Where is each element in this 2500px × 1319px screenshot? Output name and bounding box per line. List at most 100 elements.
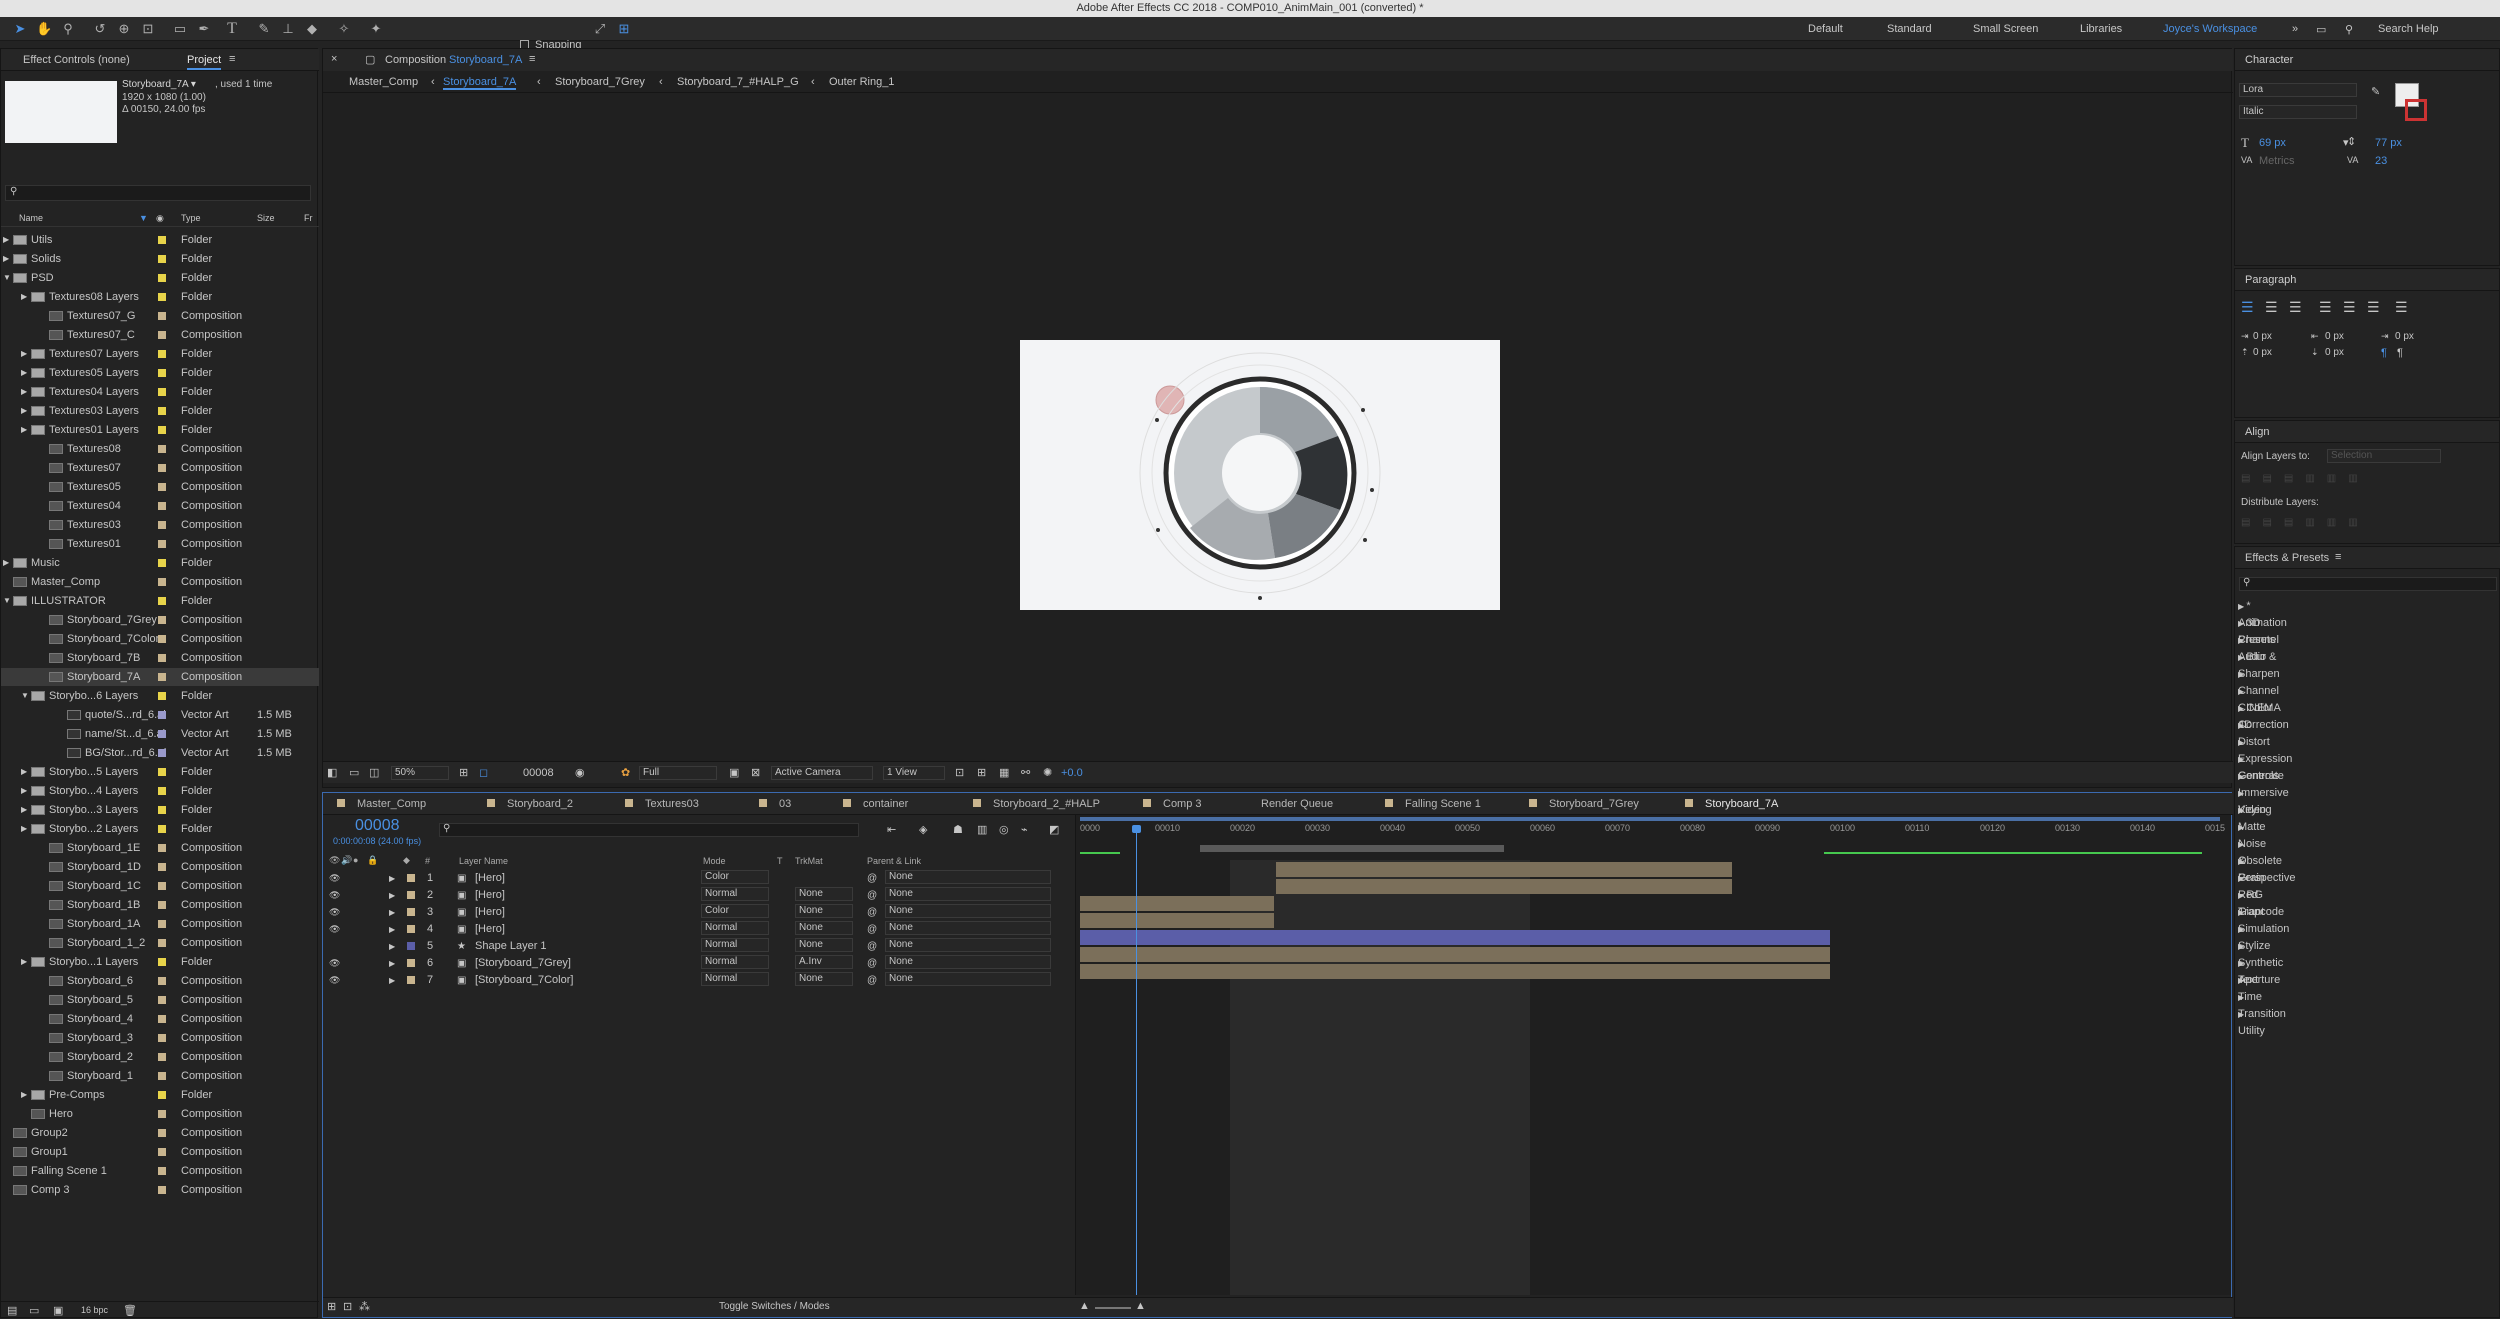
audio-switch-icon[interactable]: 🔊: [341, 855, 352, 866]
timeline-tab[interactable]: Storyboard_7Grey: [1529, 793, 1639, 815]
label-swatch[interactable]: [158, 616, 166, 624]
mode-dropdown[interactable]: Normal: [701, 887, 769, 901]
leading-value[interactable]: 77 px: [2375, 137, 2402, 149]
layer-row[interactable]: 👁 ▶ 3 ▣ [Hero] Color None @ None: [323, 904, 1083, 921]
layer-name[interactable]: [Hero]: [475, 887, 505, 904]
label-swatch[interactable]: [158, 882, 166, 890]
label-swatch[interactable]: [158, 825, 166, 833]
project-item[interactable]: ▶ Solids Folder: [1, 250, 319, 268]
project-item[interactable]: Storyboard_1E Composition: [1, 839, 319, 857]
align-center-icon[interactable]: ☰: [2265, 299, 2278, 316]
label-swatch[interactable]: [158, 806, 166, 814]
label-swatch[interactable]: [158, 749, 166, 757]
disclosure-arrow-icon[interactable]: ▶: [21, 383, 27, 401]
panel-menu-icon[interactable]: ≡: [229, 53, 235, 65]
parent-dropdown[interactable]: None: [885, 904, 1051, 918]
label-swatch[interactable]: [158, 350, 166, 358]
label-swatch[interactable]: [158, 654, 166, 662]
align-right-icon[interactable]: ☰: [2289, 299, 2302, 316]
selected-item-name[interactable]: Storyboard_7A ▾: [122, 79, 196, 90]
project-item[interactable]: ▶ Storybo...4 Layers Folder: [1, 782, 319, 800]
project-item[interactable]: Textures01 Composition: [1, 535, 319, 553]
disclosure-arrow-icon[interactable]: ▼: [3, 592, 11, 610]
effect-category[interactable]: ▶ Matte: [2238, 802, 2266, 833]
disclosure-arrow-icon[interactable]: ▶: [2238, 721, 2244, 730]
timeline-tab[interactable]: Comp 3: [1143, 793, 1202, 815]
rotate-tool-icon[interactable]: ↺: [92, 21, 108, 37]
project-item[interactable]: ▶ Textures04 Layers Folder: [1, 383, 319, 401]
breadcrumb-storyboard-7grey[interactable]: Storyboard_7Grey: [555, 76, 645, 88]
mask-icon[interactable]: ▭: [349, 766, 359, 779]
more-workspaces-icon[interactable]: »: [2292, 23, 2298, 35]
project-item[interactable]: ▶ Textures01 Layers Folder: [1, 421, 319, 439]
disclosure-arrow-icon[interactable]: ▶: [2238, 772, 2244, 781]
type-tool-icon[interactable]: T: [224, 21, 240, 37]
brush-tool-icon[interactable]: ✎: [256, 21, 272, 37]
label-swatch[interactable]: [158, 1148, 166, 1156]
expand-arrow-icon[interactable]: ▶: [389, 938, 395, 955]
playhead-handle[interactable]: [1132, 825, 1141, 833]
label-swatch[interactable]: [158, 312, 166, 320]
timeline-tab[interactable]: container: [843, 793, 908, 815]
label-swatch[interactable]: [158, 996, 166, 1004]
trkmat-dropdown[interactable]: None: [795, 904, 853, 918]
close-tab-icon[interactable]: ×: [331, 53, 337, 65]
disclosure-arrow-icon[interactable]: ▶: [2238, 908, 2244, 917]
label-swatch[interactable]: [158, 293, 166, 301]
motion-blur-icon[interactable]: ◎: [999, 823, 1009, 836]
search-help-icon[interactable]: ⚲: [2345, 23, 2353, 36]
workspace-standard[interactable]: Standard: [1887, 23, 1932, 35]
space-after-value[interactable]: 0 px: [2325, 347, 2344, 358]
project-item[interactable]: Storyboard_5 Composition: [1, 991, 319, 1009]
solo-switch-icon[interactable]: ●: [353, 855, 358, 865]
col-size[interactable]: Size: [257, 213, 275, 223]
layer-bar-6[interactable]: [1080, 947, 1830, 962]
project-item[interactable]: ▶ Textures03 Layers Folder: [1, 402, 319, 420]
project-item[interactable]: Storyboard_7B Composition: [1, 649, 319, 667]
effect-category[interactable]: ▶ Color Correction: [2238, 700, 2289, 731]
transfer-controls-icon[interactable]: ⊡: [343, 1300, 352, 1313]
effect-category[interactable]: ▶ Utility: [2238, 1006, 2265, 1037]
project-item[interactable]: ▶ Storybo...3 Layers Folder: [1, 801, 319, 819]
project-item[interactable]: Group2 Composition: [1, 1124, 319, 1142]
transparency-grid-icon[interactable]: ⊠: [751, 766, 760, 779]
tab-project[interactable]: Project: [187, 54, 222, 70]
disclosure-arrow-icon[interactable]: ▶: [21, 782, 27, 800]
disclosure-arrow-icon[interactable]: ▶: [2238, 806, 2244, 815]
disclosure-arrow-icon[interactable]: ▶: [2238, 976, 2244, 985]
graph-editor-icon[interactable]: ⌁: [1021, 823, 1028, 836]
effect-category[interactable]: ▶ Generate: [2238, 751, 2284, 782]
disclosure-arrow-icon[interactable]: ▶: [3, 250, 9, 268]
timeline-tab[interactable]: Storyboard_2_#HALP: [973, 793, 1100, 815]
snapshot-icon[interactable]: ◉: [575, 766, 585, 779]
label-swatch[interactable]: [158, 901, 166, 909]
puppet-tool-icon[interactable]: ✦: [368, 21, 384, 37]
layer-row[interactable]: ▶ 5 ★ Shape Layer 1 Normal None @ None: [323, 938, 1083, 955]
label-swatch[interactable]: [158, 407, 166, 415]
layer-name[interactable]: [Hero]: [475, 921, 505, 938]
project-item[interactable]: ▶ Pre-Comps Folder: [1, 1086, 319, 1104]
mode-dropdown[interactable]: Normal: [701, 955, 769, 969]
font-size-value[interactable]: 69 px: [2259, 137, 2286, 149]
label-swatch[interactable]: [158, 730, 166, 738]
playhead[interactable]: [1136, 825, 1137, 1295]
label-swatch[interactable]: [158, 388, 166, 396]
effects-search-input[interactable]: ⚲: [2239, 577, 2497, 591]
project-item[interactable]: Storyboard_3 Composition: [1, 1029, 319, 1047]
mask-visibility-icon[interactable]: ◻: [479, 766, 488, 779]
label-swatch[interactable]: [158, 540, 166, 548]
project-item[interactable]: Storyboard_1_2 Composition: [1, 934, 319, 952]
project-item[interactable]: Group1 Composition: [1, 1143, 319, 1161]
label-swatch[interactable]: [158, 1129, 166, 1137]
project-item[interactable]: Textures04 Composition: [1, 497, 319, 515]
new-comp-icon[interactable]: ▣: [53, 1304, 63, 1317]
tracking-value[interactable]: 23: [2375, 155, 2387, 167]
trkmat-dropdown[interactable]: None: [795, 887, 853, 901]
font-style-dropdown[interactable]: Italic: [2239, 105, 2357, 119]
layer-row[interactable]: 👁 ▶ 6 ▣ [Storyboard_7Grey] Normal A.Inv @ None: [323, 955, 1083, 972]
col-layer-name[interactable]: Layer Name: [459, 856, 508, 866]
pick-whip-icon[interactable]: @: [867, 904, 877, 921]
project-item[interactable]: Storyboard_1A Composition: [1, 915, 319, 933]
label-swatch[interactable]: [407, 925, 415, 933]
workspace-libraries[interactable]: Libraries: [2080, 23, 2122, 35]
